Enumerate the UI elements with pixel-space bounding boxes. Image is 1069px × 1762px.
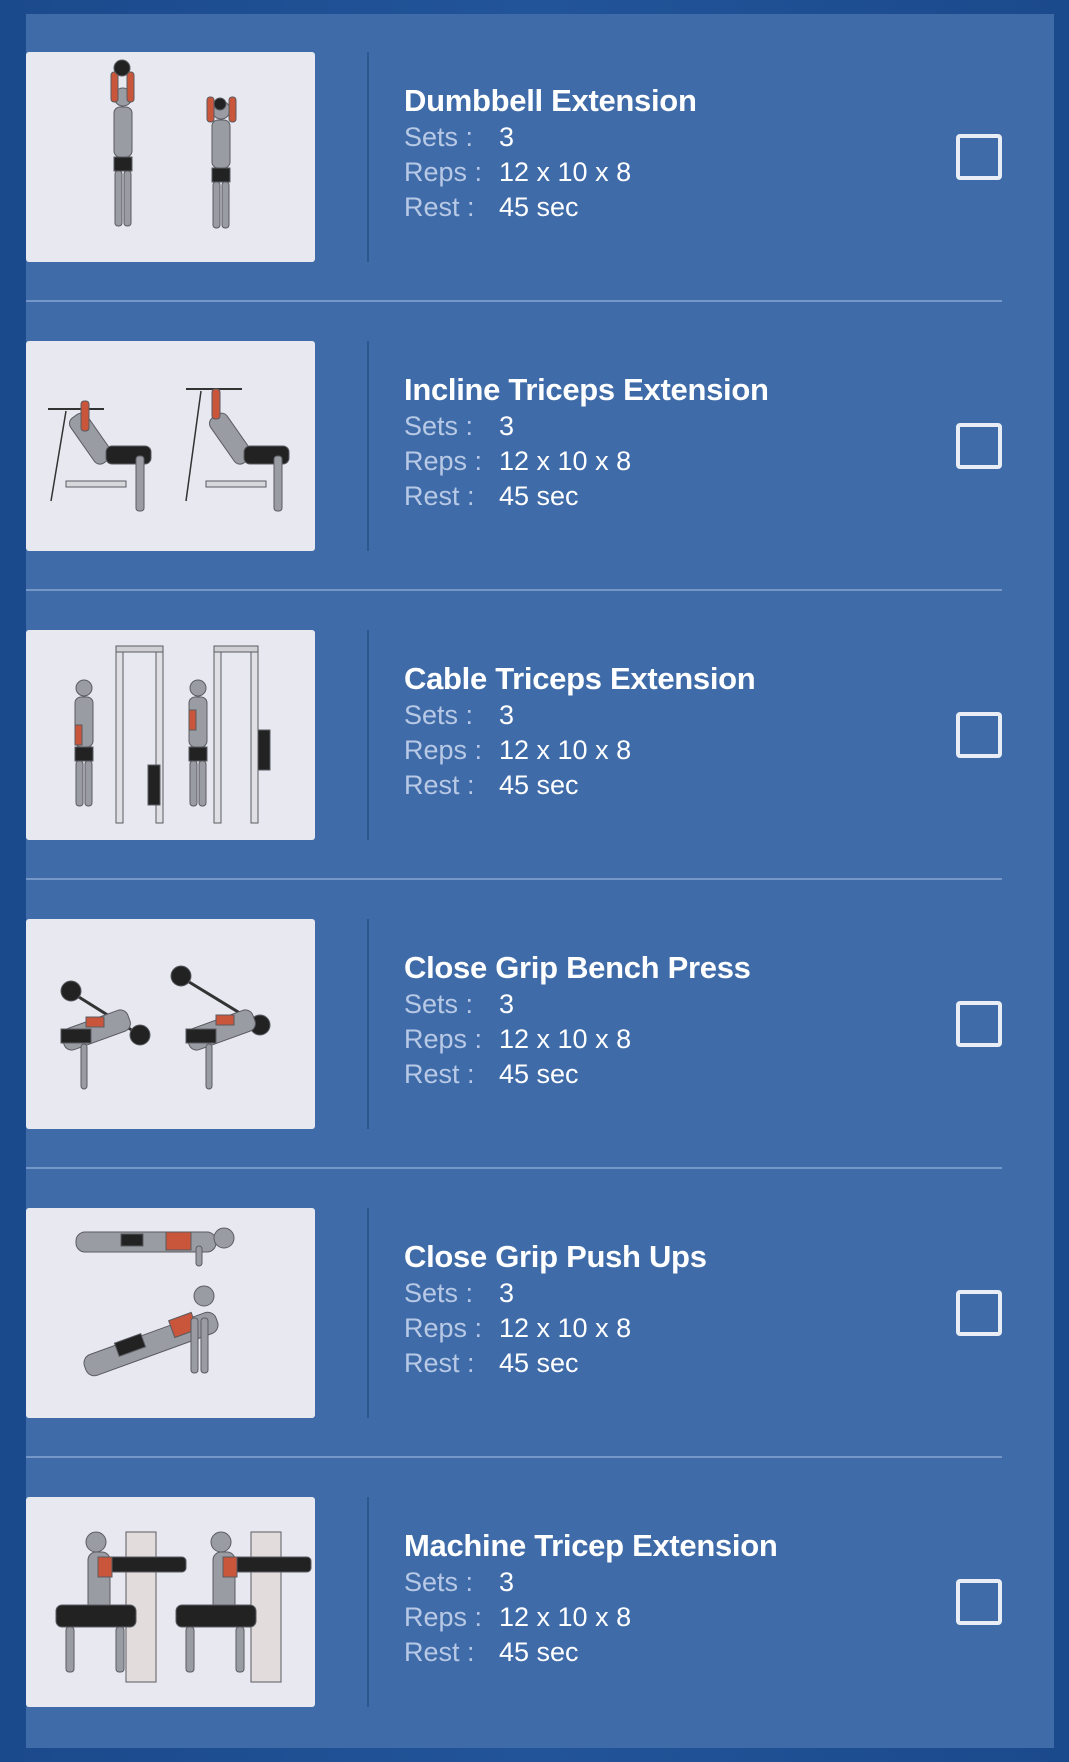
reps-label: Reps : bbox=[404, 446, 483, 476]
reps-label: Reps : bbox=[404, 1602, 483, 1632]
exercise-row[interactable]: Close Grip Push Ups Sets : 3 Reps : 12 x 1… bbox=[26, 1208, 1002, 1418]
sets-label: Sets : bbox=[404, 122, 474, 152]
exercise-image-cable-triceps-extension bbox=[26, 630, 315, 840]
exercise-name: Incline Triceps Extension bbox=[404, 372, 769, 407]
complete-checkbox[interactable] bbox=[956, 712, 1002, 758]
separator bbox=[367, 919, 369, 1129]
exercise-name: Close Grip Push Ups bbox=[404, 1239, 707, 1274]
complete-checkbox[interactable] bbox=[956, 134, 1002, 180]
sets-line: Sets : 3 bbox=[404, 1276, 707, 1311]
exercise-row[interactable]: Dumbbell Extension Sets : 3 Reps : 12 x 10… bbox=[26, 52, 1002, 262]
reps-label: Reps : bbox=[404, 157, 483, 187]
rest-value: 45 sec bbox=[499, 1348, 579, 1378]
exercise-image-close-grip-push-ups bbox=[26, 1208, 315, 1418]
rest-label: Rest : bbox=[404, 192, 475, 222]
rest-line: Rest : 45 sec bbox=[404, 479, 769, 514]
reps-value: 12 x 10 x 8 bbox=[499, 446, 632, 476]
sets-line: Sets : 3 bbox=[404, 1565, 778, 1600]
exercise-row[interactable]: Cable Triceps Extension Sets : 3 Reps : 12… bbox=[26, 630, 1002, 840]
reps-line: Reps : 12 x 10 x 8 bbox=[404, 1311, 707, 1346]
rest-label: Rest : bbox=[404, 770, 475, 800]
row-divider bbox=[26, 300, 1002, 302]
row-divider bbox=[26, 589, 1002, 591]
reps-value: 12 x 10 x 8 bbox=[499, 735, 632, 765]
sets-line: Sets : 3 bbox=[404, 987, 751, 1022]
rest-line: Rest : 45 sec bbox=[404, 1346, 707, 1381]
sets-value: 3 bbox=[499, 1567, 515, 1597]
rest-line: Rest : 45 sec bbox=[404, 1057, 751, 1092]
rest-line: Rest : 45 sec bbox=[404, 1635, 778, 1670]
reps-line: Reps : 12 x 10 x 8 bbox=[404, 444, 769, 479]
sets-line: Sets : 3 bbox=[404, 120, 697, 155]
rest-label: Rest : bbox=[404, 1348, 475, 1378]
reps-label: Reps : bbox=[404, 735, 483, 765]
rest-line: Rest : 45 sec bbox=[404, 768, 755, 803]
separator bbox=[367, 1208, 369, 1418]
row-divider bbox=[26, 1167, 1002, 1169]
rest-value: 45 sec bbox=[499, 1059, 579, 1089]
rest-line: Rest : 45 sec bbox=[404, 190, 697, 225]
separator bbox=[367, 341, 369, 551]
sets-line: Sets : 3 bbox=[404, 698, 755, 733]
sets-value: 3 bbox=[499, 700, 515, 730]
exercise-row[interactable]: Machine Tricep Extension Sets : 3 Reps : 1… bbox=[26, 1497, 1002, 1707]
separator bbox=[367, 1497, 369, 1707]
reps-value: 12 x 10 x 8 bbox=[499, 1313, 632, 1343]
rest-value: 45 sec bbox=[499, 770, 579, 800]
complete-checkbox[interactable] bbox=[956, 1290, 1002, 1336]
rest-label: Rest : bbox=[404, 1059, 475, 1089]
reps-value: 12 x 10 x 8 bbox=[499, 1024, 632, 1054]
exercise-name: Dumbbell Extension bbox=[404, 83, 697, 118]
complete-checkbox[interactable] bbox=[956, 423, 1002, 469]
rest-value: 45 sec bbox=[499, 481, 579, 511]
sets-line: Sets : 3 bbox=[404, 409, 769, 444]
row-divider bbox=[26, 878, 1002, 880]
complete-checkbox[interactable] bbox=[956, 1579, 1002, 1625]
reps-label: Reps : bbox=[404, 1313, 483, 1343]
exercise-image-close-grip-bench-press bbox=[26, 919, 315, 1129]
sets-label: Sets : bbox=[404, 1567, 474, 1597]
exercise-image-incline-triceps-extension bbox=[26, 341, 315, 551]
sets-label: Sets : bbox=[404, 411, 474, 441]
rest-value: 45 sec bbox=[499, 1637, 579, 1667]
rest-label: Rest : bbox=[404, 1637, 475, 1667]
exercise-name: Machine Tricep Extension bbox=[404, 1528, 778, 1563]
reps-line: Reps : 12 x 10 x 8 bbox=[404, 1022, 751, 1057]
rest-label: Rest : bbox=[404, 481, 475, 511]
sets-label: Sets : bbox=[404, 1278, 474, 1308]
sets-value: 3 bbox=[499, 1278, 515, 1308]
reps-label: Reps : bbox=[404, 1024, 483, 1054]
exercise-row[interactable]: Close Grip Bench Press Sets : 3 Reps : 12 … bbox=[26, 919, 1002, 1129]
reps-line: Reps : 12 x 10 x 8 bbox=[404, 155, 697, 190]
sets-label: Sets : bbox=[404, 989, 474, 1019]
sets-value: 3 bbox=[499, 122, 515, 152]
workout-screen: Dumbbell Extension Sets : 3 Reps : 12 x 10… bbox=[0, 0, 1069, 1762]
reps-value: 12 x 10 x 8 bbox=[499, 157, 632, 187]
exercise-name: Close Grip Bench Press bbox=[404, 950, 751, 985]
separator bbox=[367, 630, 369, 840]
complete-checkbox[interactable] bbox=[956, 1001, 1002, 1047]
sets-value: 3 bbox=[499, 989, 515, 1019]
exercise-row[interactable]: Incline Triceps Extension Sets : 3 Reps :… bbox=[26, 341, 1002, 551]
rest-value: 45 sec bbox=[499, 192, 579, 222]
reps-value: 12 x 10 x 8 bbox=[499, 1602, 632, 1632]
separator bbox=[367, 52, 369, 262]
sets-label: Sets : bbox=[404, 700, 474, 730]
exercise-image-machine-tricep-extension bbox=[26, 1497, 315, 1707]
exercise-name: Cable Triceps Extension bbox=[404, 661, 756, 696]
reps-line: Reps : 12 x 10 x 8 bbox=[404, 1600, 778, 1635]
exercise-list-panel bbox=[26, 14, 1054, 1748]
exercise-image-dumbbell-extension bbox=[26, 52, 315, 262]
row-divider bbox=[26, 1456, 1002, 1458]
reps-line: Reps : 12 x 10 x 8 bbox=[404, 733, 755, 768]
sets-value: 3 bbox=[499, 411, 515, 441]
